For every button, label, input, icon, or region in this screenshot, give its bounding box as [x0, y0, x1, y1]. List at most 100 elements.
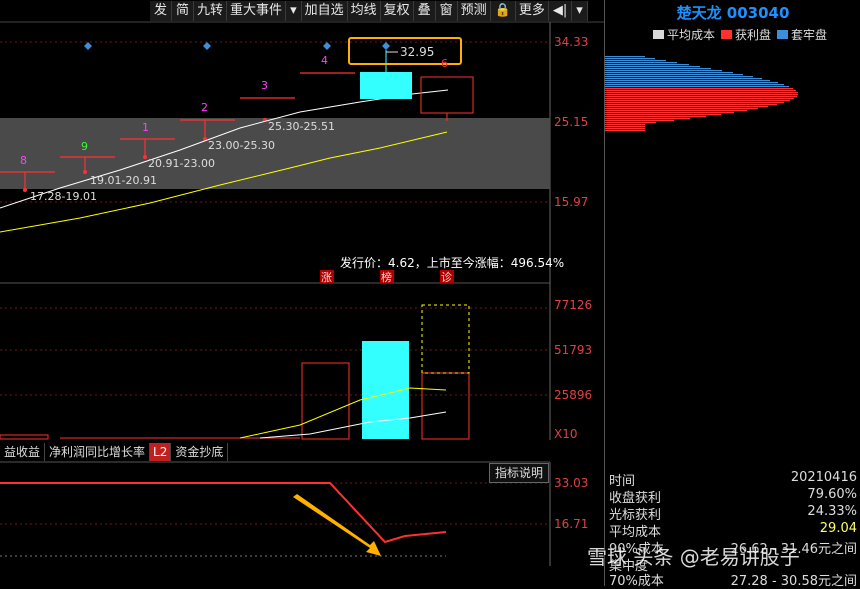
price-axis-label: 25.15	[554, 115, 588, 129]
chip-bar	[605, 116, 706, 118]
chip-bar	[605, 128, 645, 130]
toolbar-btn-adjust[interactable]: 复权	[380, 1, 414, 21]
chip-bar	[605, 96, 797, 98]
legend-profit: 获利盘	[721, 26, 771, 43]
chip-bar	[605, 72, 733, 74]
chip-bar	[605, 76, 753, 78]
stat-row: 70%成本 27.28 - 30.58元之间	[609, 574, 857, 589]
chip-bar	[605, 92, 798, 94]
chip-bar	[605, 80, 770, 82]
chip-bar	[605, 102, 784, 104]
chip-histogram	[605, 56, 798, 132]
chip-bar	[605, 78, 762, 80]
marker-bang[interactable]: 榜	[381, 270, 392, 284]
tab-yield[interactable]: 益收益	[0, 443, 46, 461]
range-label: 25.30-25.51	[268, 120, 335, 133]
chevron-down-icon[interactable]: ▾	[286, 1, 302, 21]
toolbar-btn-forecast[interactable]: 预测	[457, 1, 491, 21]
toolbar-btn-major-events[interactable]: 重大事件	[227, 1, 287, 21]
chip-bar	[605, 60, 666, 62]
toolbar-btn-more[interactable]: 更多	[515, 1, 549, 21]
chip-legend: 平均成本 获利盘 套牢盘	[653, 26, 827, 43]
stat-row: 时间 20210416	[609, 470, 857, 489]
stock-title: 楚天龙 003040	[676, 4, 790, 22]
marker-zhang[interactable]: 涨	[321, 271, 332, 284]
toolbar-btn-add-watch[interactable]: 加自选	[301, 1, 348, 21]
stat-row: 收盘获利 79.60%	[609, 487, 857, 506]
chip-bar	[605, 120, 674, 122]
board-num-4: 4	[321, 54, 328, 67]
tab-fund-bottom[interactable]: 资金抄底	[171, 443, 229, 461]
board-num-2: 2	[201, 101, 208, 114]
chip-bar	[605, 98, 794, 100]
chip-bar	[605, 106, 768, 108]
stat-row: 光标获利 24.33%	[609, 504, 857, 523]
candle-red-hollow	[420, 76, 474, 114]
chip-bar	[605, 126, 645, 128]
chip-bar	[605, 130, 645, 132]
chip-bar	[605, 70, 722, 72]
board-num-1: 1	[142, 121, 149, 134]
chip-bar	[605, 112, 734, 114]
chip-bar	[605, 118, 690, 120]
chip-bar	[605, 108, 758, 110]
stat-row: 平均成本 29.04	[609, 521, 857, 540]
price-axis-label: 34.33	[554, 35, 588, 49]
chip-bar	[605, 88, 793, 90]
chip-bar	[605, 100, 790, 102]
indicator-tabs: 益收益 净利润同比增长率 L2 资金抄底	[0, 443, 229, 461]
board-num-9: 9	[81, 140, 88, 153]
chip-bar	[605, 64, 689, 66]
chip-bar	[605, 94, 798, 96]
chip-bar	[605, 114, 721, 116]
chip-bar	[605, 62, 677, 64]
volume-axis-label: 77126	[554, 298, 592, 312]
volume-axis-label: 25896	[554, 388, 592, 402]
legend-avg-cost: 平均成本	[653, 26, 715, 43]
chip-bar	[605, 84, 784, 86]
chip-distribution-panel: 楚天龙 003040 平均成本 获利盘 套牢盘 时间 20210416 收盘获利 7…	[604, 0, 860, 589]
chip-bar	[605, 110, 747, 112]
l2-badge[interactable]: L2	[150, 443, 172, 461]
tab-net-profit-growth[interactable]: 净利润同比增长率	[45, 443, 151, 461]
chip-bar	[605, 66, 700, 68]
chip-bar	[605, 56, 645, 58]
range-label: 19.01-20.91	[90, 174, 157, 187]
kline-chart[interactable]: 32.95 8 9 1 2 3 4 6 17.28-19.01 19.01-20…	[0, 0, 604, 586]
toolbar-btn-fa[interactable]: 发	[150, 1, 173, 21]
toolbar-btn-ma[interactable]: 均线	[347, 1, 381, 21]
chip-bar	[605, 68, 711, 70]
chip-bar	[605, 82, 778, 84]
range-label: 23.00-25.30	[208, 139, 275, 152]
collapse-panel-icon[interactable]: ◀|	[548, 1, 573, 21]
toolbar-btn-jian[interactable]: 简	[172, 1, 195, 21]
watermark: 雪球 头条 @老易讲股子	[587, 545, 800, 569]
chip-bar	[605, 90, 796, 92]
candle-cyan	[360, 72, 412, 99]
board-num-3: 3	[261, 79, 268, 92]
chip-bar	[605, 86, 789, 88]
toolbar-btn-window[interactable]: 窗	[435, 1, 458, 21]
legend-trapped: 套牢盘	[777, 26, 827, 43]
indicator-help-button[interactable]: 指标说明	[489, 463, 549, 483]
board-num-8: 8	[20, 154, 27, 167]
board-num-6: 6	[441, 57, 448, 70]
indicator-axis-label: 33.03	[554, 476, 588, 490]
indicator-axis-label: 16.71	[554, 517, 588, 531]
toolbar-btn-jiuzhuan[interactable]: 九转	[194, 1, 228, 21]
indicator-line	[0, 482, 447, 544]
range-label: 17.28-19.01	[30, 190, 97, 203]
chevron-down-icon[interactable]: ▾	[572, 1, 588, 21]
chip-bar	[605, 122, 656, 124]
volume-bar-forecast	[421, 304, 470, 374]
volume-axis-label: 51793	[554, 343, 592, 357]
chip-bar	[605, 124, 645, 126]
toolbar-btn-overlay[interactable]: 叠	[413, 1, 436, 21]
price-axis-label: 15.97	[554, 195, 588, 209]
signal-diamonds	[84, 42, 390, 50]
top-toolbar: 发 简 九转 重大事件 ▾ 加自选 均线 复权 叠 窗 预测 🔒 更多 ◀| ▾	[150, 1, 588, 22]
ipo-info-text: 发行价：4.62，上市至今涨幅：496.54%	[340, 255, 564, 270]
chip-bar	[605, 104, 777, 106]
marker-zhen[interactable]: 诊	[441, 270, 452, 284]
lock-icon[interactable]: 🔒	[490, 1, 516, 21]
